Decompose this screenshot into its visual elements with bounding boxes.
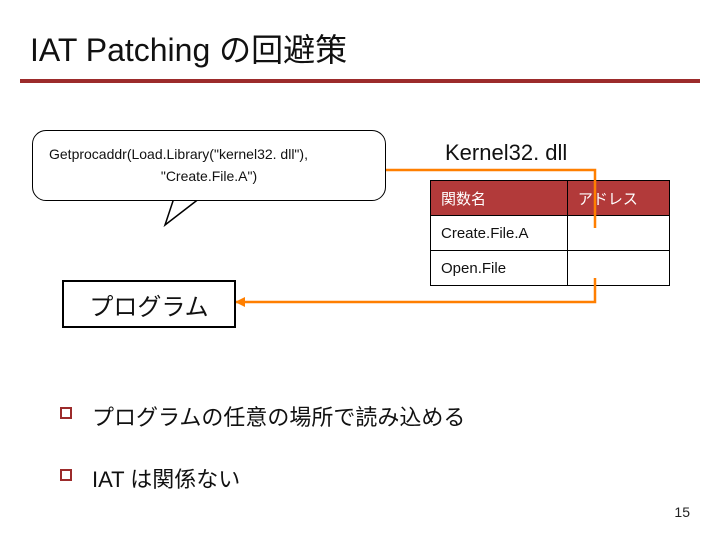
callout-line2: "Create.File.A"): [49, 165, 369, 187]
program-box: プログラム: [62, 280, 236, 328]
bullet-item: プログラムの任意の場所で読み込める: [60, 400, 465, 432]
table-header-row: 関数名 アドレス: [431, 181, 670, 216]
export-table: 関数名 アドレス Create.File.A Open.File: [430, 180, 670, 286]
title-underline: [20, 79, 700, 83]
callout-line1: Getprocaddr(Load.Library("kernel32. dll"…: [49, 146, 308, 162]
table-row: Open.File: [431, 251, 670, 286]
cell-func: Create.File.A: [431, 216, 568, 251]
bullet-list: プログラムの任意の場所で読み込める IAT は関係ない: [60, 400, 465, 524]
cell-func: Open.File: [431, 251, 568, 286]
cell-addr: [567, 251, 669, 286]
table-row: Create.File.A: [431, 216, 670, 251]
page-number: 15: [674, 504, 690, 520]
bullet-item: IAT は関係ない: [60, 462, 465, 494]
cell-addr: [567, 216, 669, 251]
program-label: プログラム: [89, 287, 208, 322]
dll-title: Kernel32. dll: [445, 140, 567, 166]
col-addr-header: アドレス: [567, 181, 669, 216]
slide-title: IAT Patching の回避策: [0, 0, 720, 79]
code-callout: Getprocaddr(Load.Library("kernel32. dll"…: [32, 130, 386, 201]
col-func-header: 関数名: [431, 181, 568, 216]
